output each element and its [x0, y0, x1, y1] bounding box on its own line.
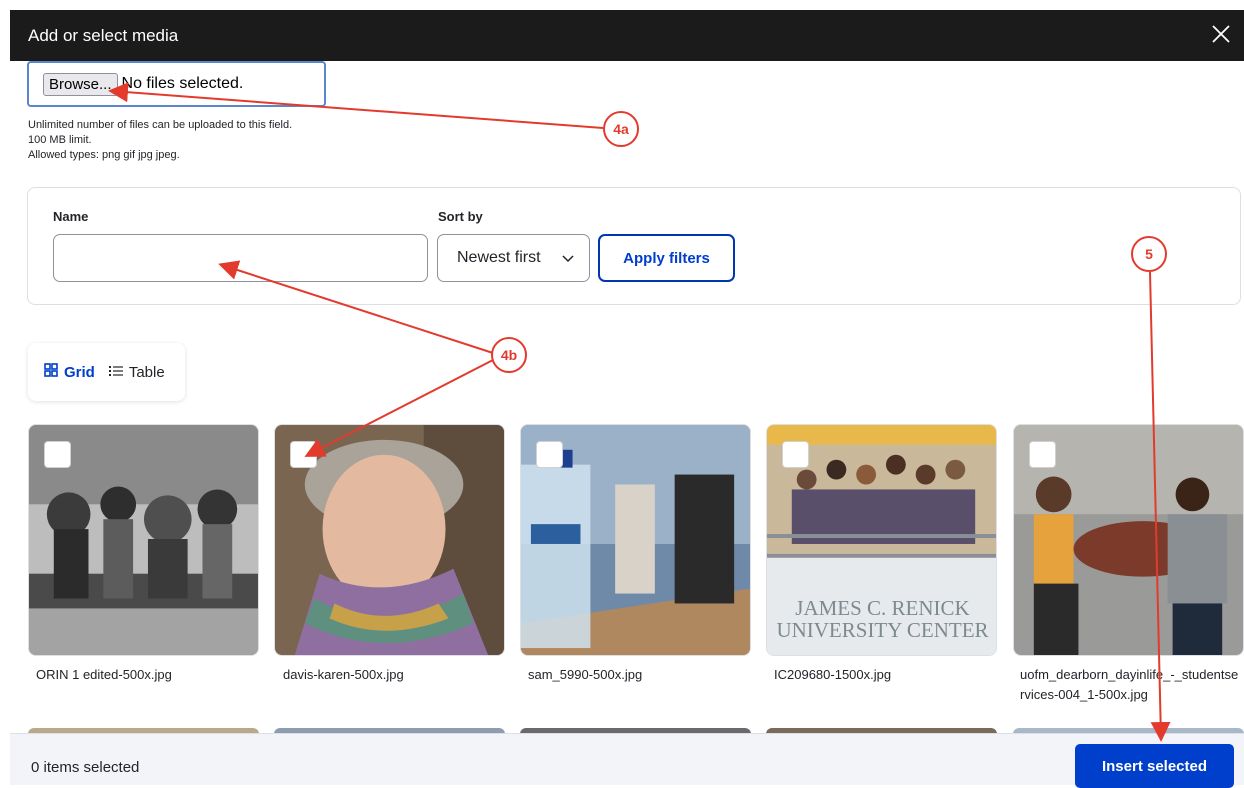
dialog-title: Add or select media	[28, 25, 179, 45]
media-filename: IC209680-1500x.jpg	[774, 667, 892, 682]
select-checkbox[interactable]	[290, 441, 317, 468]
dialog-footer: 0 items selected	[10, 733, 1244, 785]
apply-filters-button[interactable]: Apply filters	[598, 234, 735, 282]
media-card[interactable]	[28, 424, 259, 656]
sort-by-label: Sort by	[438, 209, 483, 224]
view-toggle: Grid Table	[28, 343, 185, 401]
sort-by-select[interactable]: Newest first	[437, 234, 590, 282]
annotation-badge: 4a	[603, 111, 639, 147]
sort-by-value: Newest first	[457, 249, 541, 266]
insert-selected-button[interactable]: Insert selected	[1075, 744, 1234, 788]
close-icon[interactable]	[1210, 23, 1232, 45]
media-card[interactable]	[1013, 424, 1244, 656]
select-checkbox[interactable]	[1029, 441, 1056, 468]
annotation-badge: 5	[1131, 236, 1167, 272]
name-filter-label: Name	[53, 209, 89, 224]
upload-help-text: Unlimited number of files can be uploade…	[28, 118, 292, 163]
grid-view-tab[interactable]: Grid	[44, 363, 95, 381]
chevron-down-icon	[561, 251, 575, 270]
table-view-tab[interactable]: Table	[108, 363, 165, 381]
media-card[interactable]: JAMES C. RENICK UNIVERSITY CENTER	[766, 424, 997, 656]
select-checkbox[interactable]	[44, 441, 71, 468]
annotation-badge: 4b	[491, 337, 527, 373]
media-card[interactable]	[520, 424, 751, 656]
dialog-titlebar: Add or select media	[10, 10, 1244, 61]
table-view-label: Table	[128, 363, 165, 381]
filters-panel: Name Sort by Newest first Apply filters	[27, 187, 1241, 305]
select-checkbox[interactable]	[536, 441, 563, 468]
selected-count: 0 items selected	[31, 759, 140, 776]
grid-icon	[44, 363, 58, 381]
thumbnail-sign-text: JAMES C. RENICK UNIVERSITY CENTER	[767, 596, 996, 642]
media-filename: ORIN 1 edited-500x.jpg	[36, 667, 172, 682]
sign-line: JAMES C. RENICK	[795, 596, 970, 620]
media-filename: sam_5990-500x.jpg	[528, 667, 643, 682]
name-filter-input[interactable]	[53, 234, 428, 282]
grid-view-label: Grid	[64, 363, 95, 381]
help-line: Unlimited number of files can be uploade…	[28, 119, 293, 131]
file-status-text: No files selected.	[121, 75, 244, 92]
list-icon	[108, 364, 123, 381]
media-filename: uofm_dearborn_dayinlife_-_studentservice…	[1020, 667, 1239, 702]
media-filename: davis-karen-500x.jpg	[283, 667, 404, 682]
browse-button[interactable]: Browse...	[43, 72, 118, 96]
file-upload-field[interactable]: Browse... No files selected.	[27, 61, 326, 107]
help-line: 100 MB limit.	[28, 134, 92, 146]
help-line: Allowed types: png gif jpg jpeg.	[28, 149, 180, 161]
sign-line: UNIVERSITY CENTER	[776, 618, 989, 642]
select-checkbox[interactable]	[782, 441, 809, 468]
media-card[interactable]	[274, 424, 505, 656]
